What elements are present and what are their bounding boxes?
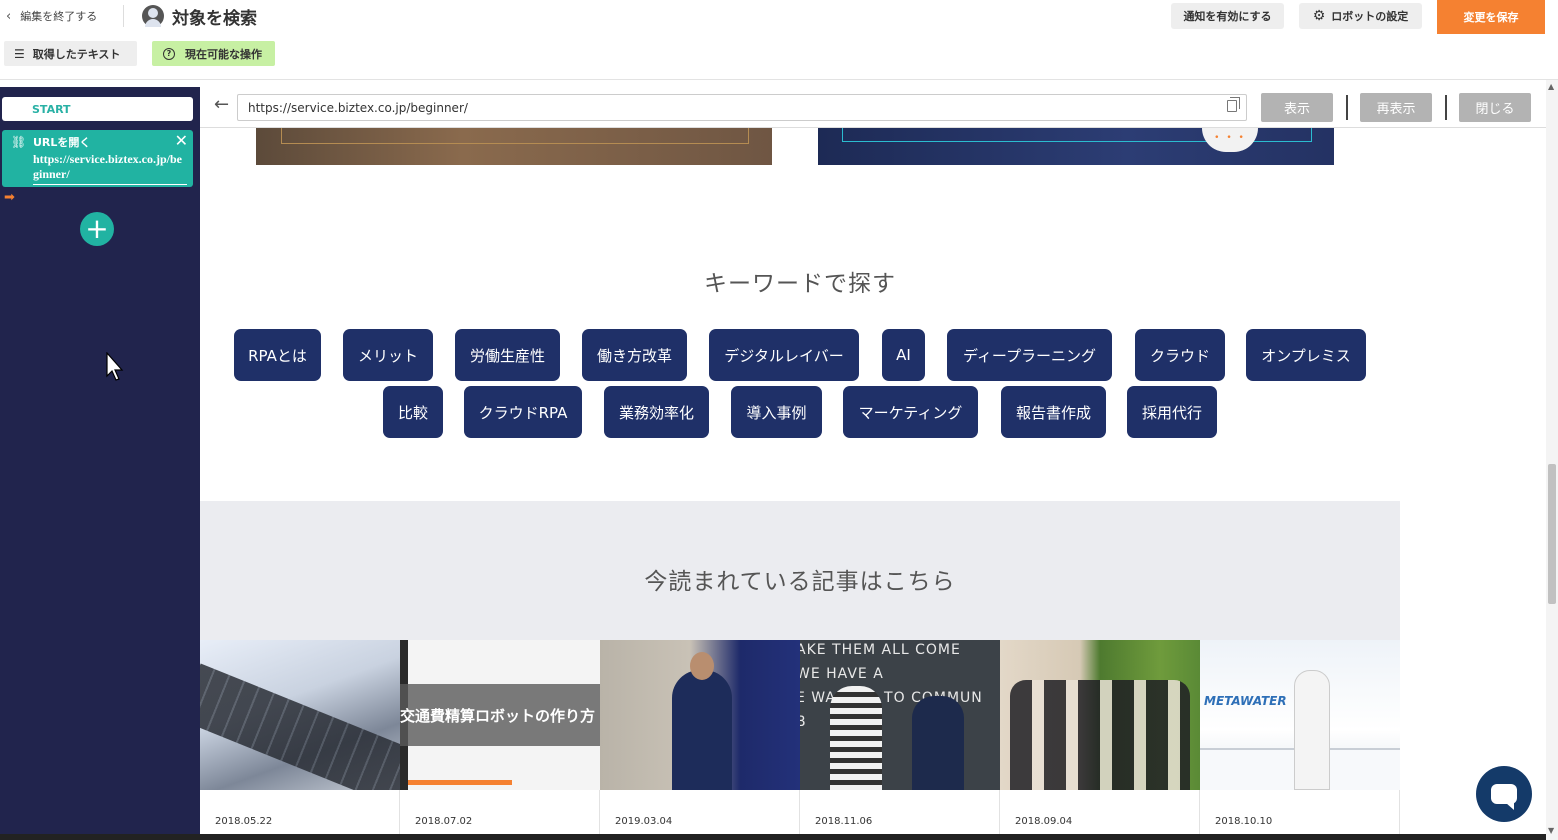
article-thumbnail[interactable] [600, 640, 800, 790]
article-card[interactable]: 交通費精算ロボットの作り方 2018.07.02 [400, 640, 600, 840]
keyword-tag[interactable]: メリット [343, 329, 433, 381]
article-card[interactable]: 2019.03.04 [600, 640, 800, 840]
exit-edit-label: 編集を終了する [20, 10, 98, 23]
retrieved-text-button[interactable]: ☰ 取得したテキスト [4, 41, 137, 66]
keyword-tag[interactable]: AI [882, 329, 925, 381]
list-icon: ☰ [14, 46, 25, 61]
article-card[interactable]: METAWATER 2018.10.10 [1200, 640, 1400, 840]
article-date: 2018.05.22 [215, 816, 273, 827]
step-title: URLを開く [33, 136, 91, 149]
robot-avatar-icon [142, 5, 164, 27]
add-step-button[interactable]: + [80, 212, 114, 246]
keyword-tag[interactable]: ディープラーニング [947, 329, 1112, 381]
url-input[interactable]: https://service.biztex.co.jp/beginner/ [237, 94, 1247, 121]
thumbnail-graphic [912, 696, 964, 790]
available-operations-label: 現在可能な操作 [185, 47, 262, 61]
close-icon[interactable]: ✕ [175, 131, 188, 150]
close-browser-button[interactable]: 閉じる [1459, 93, 1531, 122]
article-thumbnail[interactable] [1000, 640, 1200, 790]
retrieved-text-label: 取得したテキスト [32, 47, 121, 61]
article-date: 2018.09.04 [1015, 816, 1073, 827]
article-thumbnail[interactable] [200, 640, 400, 790]
start-node[interactable]: START [2, 97, 193, 121]
toolbar-divider [123, 5, 124, 27]
web-page-content: • • • キーワードで探す RPAとは メリット 労働生産性 働き方改革 デジ… [200, 128, 1546, 840]
keyword-tag[interactable]: オンプレミス [1246, 329, 1366, 381]
thumbnail-overlay-text: 交通費精算ロボットの作り方 [400, 684, 600, 746]
thumbnail-graphic [1294, 670, 1330, 790]
keyword-tag[interactable]: 比較 [383, 386, 443, 438]
chat-bubble-icon [1491, 784, 1517, 810]
keyword-tag[interactable]: 採用代行 [1127, 386, 1217, 438]
gear-icon: ⚙ [1312, 8, 1326, 24]
article-date: 2019.03.04 [615, 816, 673, 827]
mode-title: 対象を検索 [172, 8, 257, 29]
show-button[interactable]: 表示 [1261, 93, 1333, 122]
keyword-tag[interactable]: クラウドRPA [464, 386, 582, 438]
thumbnail-graphic [1010, 680, 1190, 790]
article-thumbnail[interactable]: 交通費精算ロボットの作り方 [400, 640, 600, 790]
thumbnail-logo-text: METAWATER [1204, 694, 1287, 708]
enable-notifications-button[interactable]: 通知を有効にする [1171, 3, 1284, 29]
copy-icon[interactable] [1227, 97, 1240, 112]
top-toolbar: ‹ 編集を終了する 対象を検索 通知を有効にする ⚙ ロボットの設定 変更を保存… [0, 0, 1558, 80]
robot-settings-button[interactable]: ⚙ ロボットの設定 [1299, 3, 1422, 29]
flow-sidebar: START ⛓ URLを開く ✕ https://service.biztex.… [0, 87, 200, 840]
keyword-tag[interactable]: 働き方改革 [582, 329, 687, 381]
article-date: 2018.10.10 [1215, 816, 1273, 827]
article-thumbnail[interactable]: METAWATER [1200, 640, 1400, 790]
article-card[interactable]: 2018.05.22 [200, 640, 400, 840]
article-thumbnail[interactable]: AKE THEM ALL COME WE HAVE A E WANTED TO … [800, 640, 1000, 790]
keyword-tag[interactable]: マーケティング [843, 386, 978, 438]
article-card[interactable]: 2018.09.04 [1000, 640, 1200, 840]
button-divider [1445, 95, 1447, 120]
available-operations-button[interactable]: ? 現在可能な操作 [152, 41, 275, 66]
thumbnail-graphic [690, 652, 714, 680]
thumbnail-graphic [672, 670, 732, 790]
mode-indicator: 対象を検索 [142, 4, 257, 29]
article-date: 2018.11.06 [815, 816, 873, 827]
keyword-heading: キーワードで探す [704, 271, 896, 297]
scrollbar-thumb[interactable] [1548, 464, 1556, 604]
question-icon: ? [163, 47, 175, 60]
keyword-tag[interactable]: 業務効率化 [604, 386, 709, 438]
chevron-left-icon: ‹ [6, 8, 12, 24]
keyword-tag[interactable]: RPAとは [234, 329, 321, 381]
banner-image[interactable] [256, 128, 772, 165]
scrollbar-track[interactable] [1546, 80, 1558, 840]
article-date: 2018.07.02 [415, 816, 473, 827]
exit-edit-button[interactable]: ‹ 編集を終了する [6, 7, 97, 25]
button-divider [1346, 95, 1348, 120]
link-icon: ⛓ [11, 135, 27, 149]
chat-button[interactable] [1476, 766, 1532, 822]
keyword-tag[interactable]: 報告書作成 [1001, 386, 1106, 438]
keyword-tag[interactable]: 労働生産性 [455, 329, 560, 381]
back-arrow-icon[interactable]: ← [214, 94, 229, 115]
article-card[interactable]: AKE THEM ALL COME WE HAVE A E WANTED TO … [800, 640, 1000, 840]
thumbnail-graphic [408, 780, 512, 785]
step-url: https://service.biztex.co.jp/beginner/ [33, 152, 187, 185]
thumbnail-graphic [830, 686, 882, 790]
reload-button[interactable]: 再表示 [1360, 93, 1432, 122]
current-step-arrow-icon: ➡ [4, 190, 15, 205]
robot-settings-label: ロボットの設定 [1331, 10, 1409, 23]
keyword-tag[interactable]: クラウド [1135, 329, 1225, 381]
bottom-edge [0, 834, 1546, 840]
keyword-tag[interactable]: 導入事例 [731, 386, 822, 438]
save-changes-button[interactable]: 変更を保存 [1437, 0, 1545, 34]
browser-bar: ← https://service.biztex.co.jp/beginner/… [200, 88, 1546, 128]
step-card-open-url[interactable]: ⛓ URLを開く ✕ https://service.biztex.co.jp/… [2, 130, 193, 187]
keyword-tag[interactable]: デジタルレイバー [709, 329, 859, 381]
articles-heading: 今読まれている記事はこちら [644, 569, 956, 595]
scroll-up-icon[interactable]: ▲ [1548, 82, 1554, 91]
scroll-down-icon[interactable]: ▼ [1548, 826, 1554, 835]
